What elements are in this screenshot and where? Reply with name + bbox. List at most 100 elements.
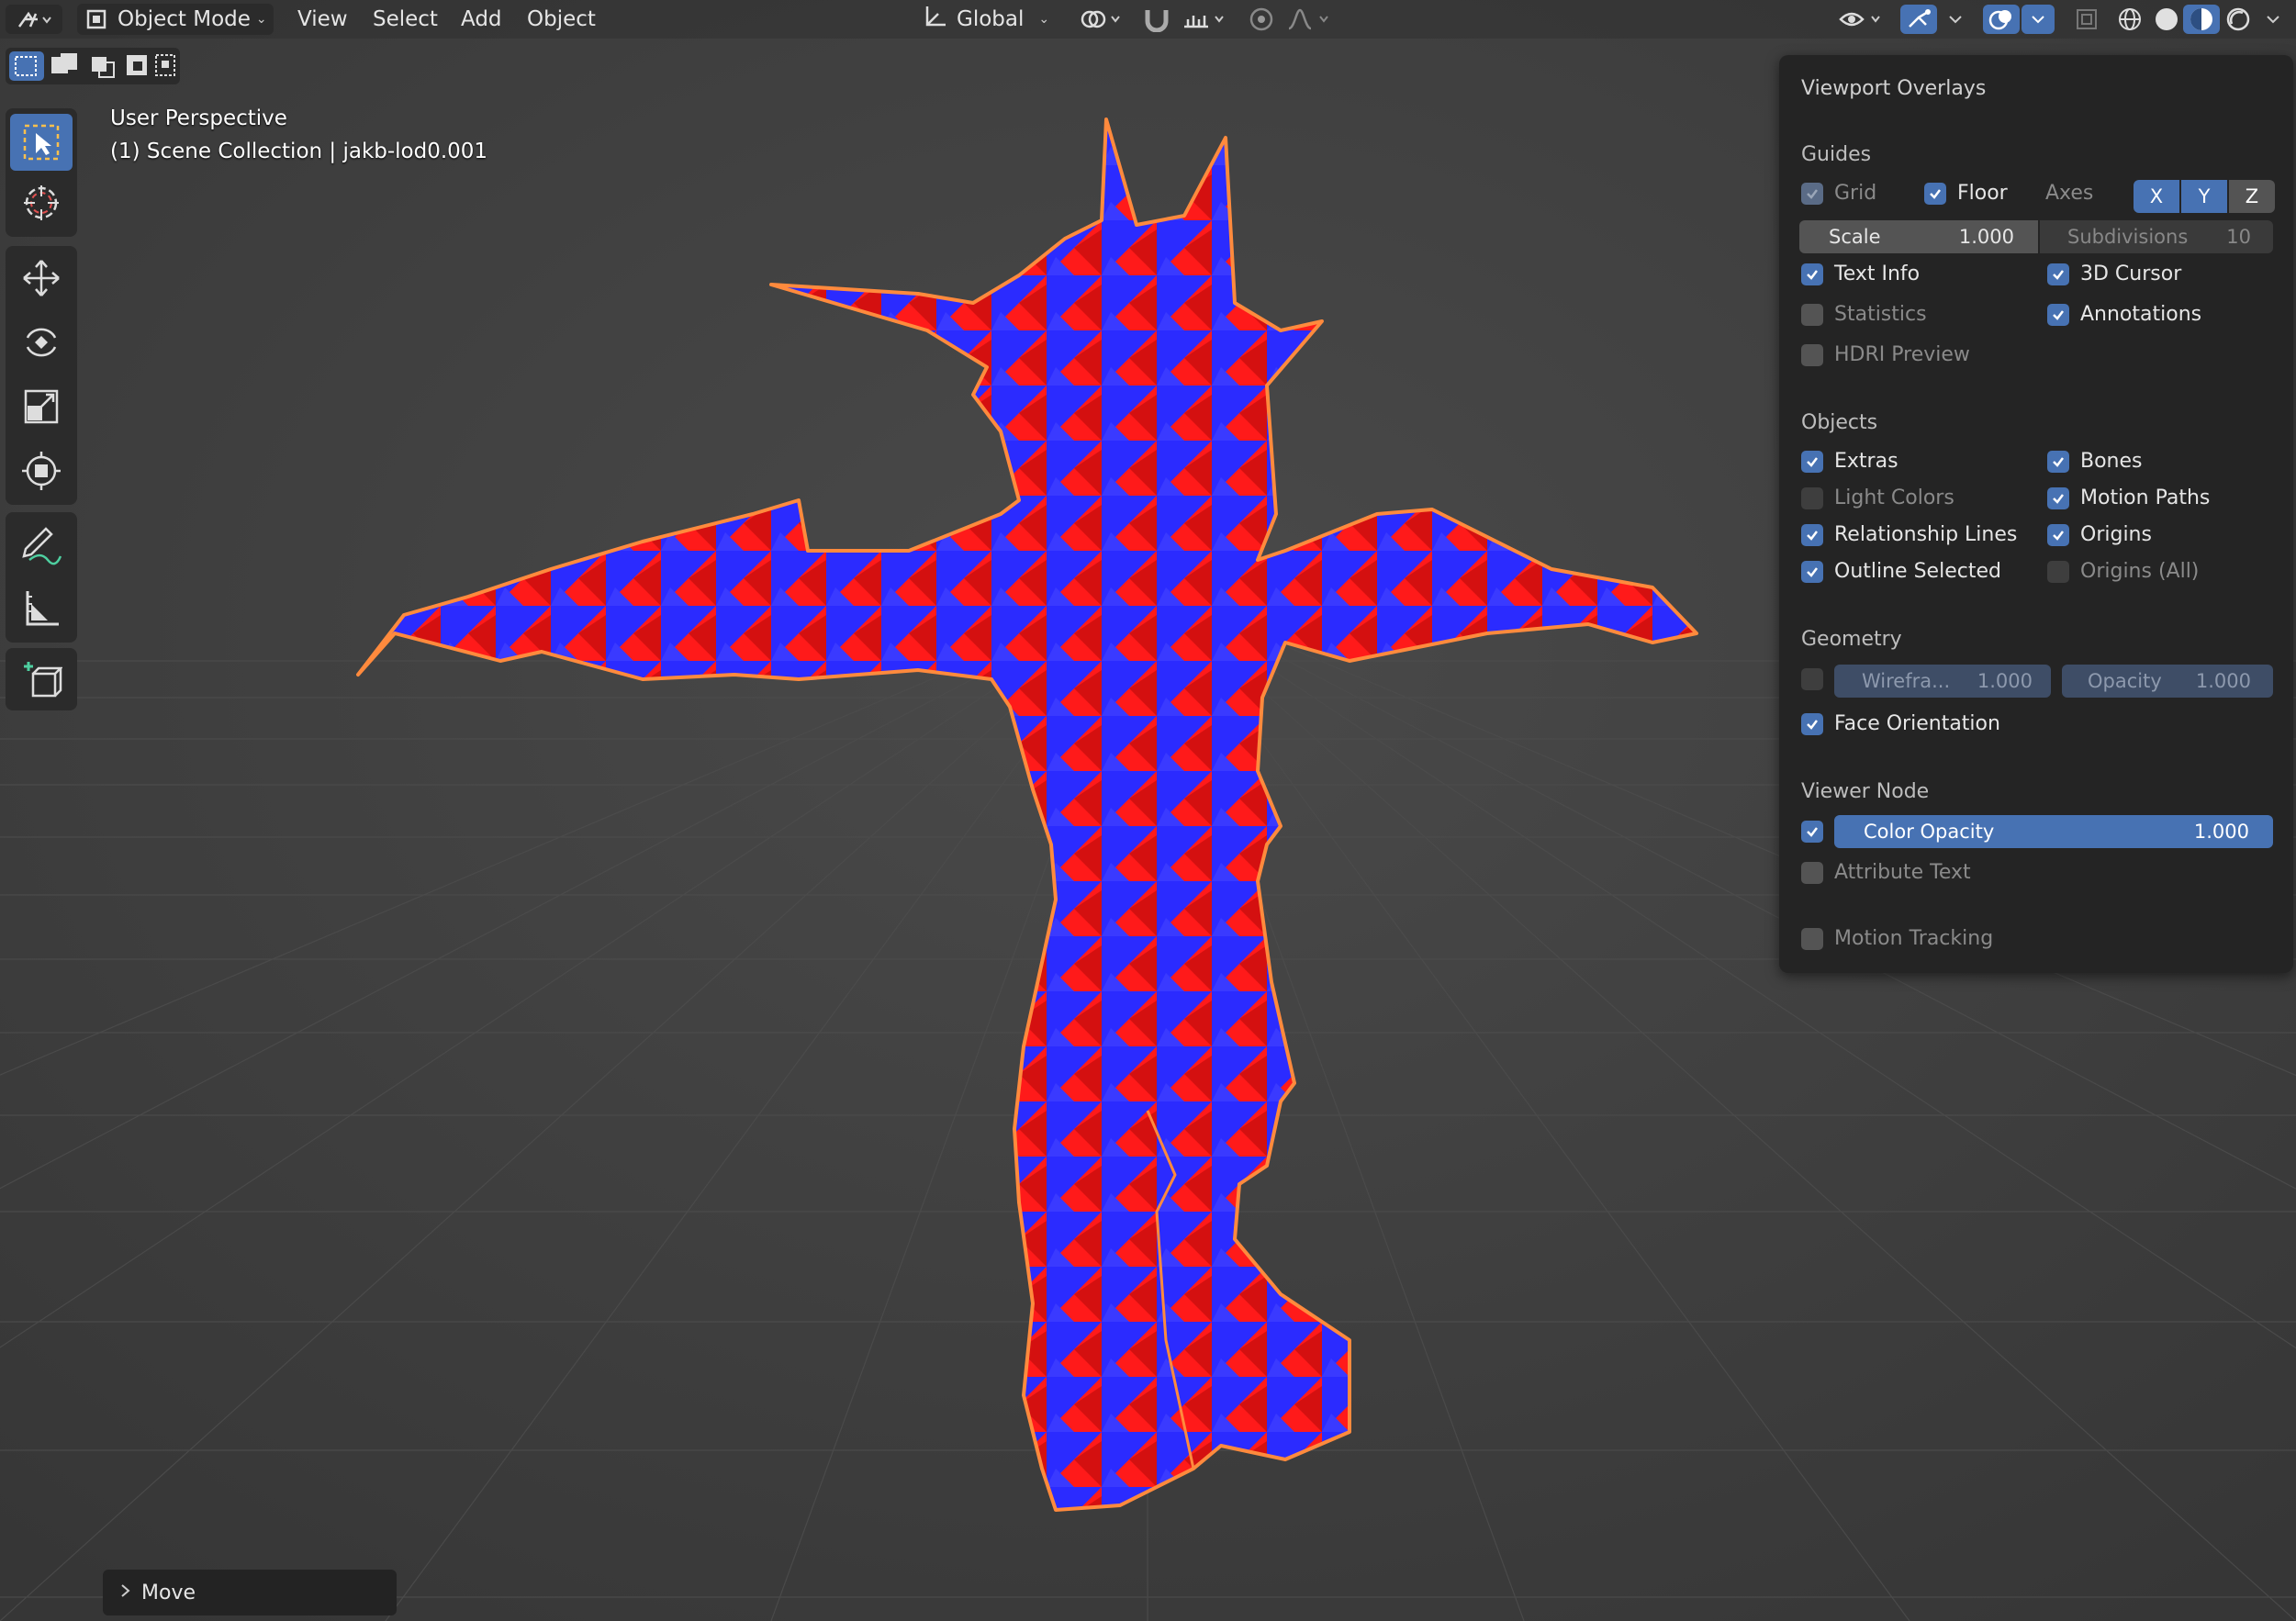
tool-rotate[interactable] <box>10 314 73 371</box>
tool-measure[interactable] <box>10 580 73 637</box>
scale-value: 1.000 <box>1958 226 2014 248</box>
proportional-editing-toggle[interactable] <box>1245 5 1278 34</box>
wireframe-field[interactable]: Wirefra... 1.000 <box>1834 665 2051 698</box>
motion-tracking-checkbox[interactable]: Motion Tracking <box>1801 927 1993 950</box>
axis-z-toggle[interactable]: Z <box>2229 180 2275 213</box>
pivot-icon <box>1081 10 1120 28</box>
toolbar-group-transform <box>6 246 77 505</box>
chevron-down-icon <box>1949 16 1962 24</box>
shading-rendered-button[interactable] <box>2220 5 2257 34</box>
checkbox-box <box>1801 343 1823 366</box>
annotations-checkbox[interactable]: Annotations <box>2047 303 2201 326</box>
light-colors-label: Light Colors <box>1834 486 1954 509</box>
snap-increment-icon <box>1184 16 1224 28</box>
menu-add[interactable]: Add <box>454 4 510 35</box>
floor-checkbox[interactable]: Floor <box>1924 182 2008 205</box>
scale-field[interactable]: Scale 1.000 <box>1799 220 2038 253</box>
wireframe-opacity-field[interactable]: Opacity 1.000 <box>2062 665 2273 698</box>
magnet-icon <box>1145 10 1169 32</box>
origins-all-checkbox[interactable]: Origins (All) <box>2047 560 2199 583</box>
measure-ruler-icon <box>26 591 59 626</box>
color-opacity-slider[interactable]: Color Opacity 1.000 <box>1834 815 2273 848</box>
attribute-text-checkbox[interactable]: Attribute Text <box>1801 861 1971 884</box>
opacity-value: 1.000 <box>2195 670 2251 692</box>
mode-dropdown[interactable]: Object Mode ⌄ <box>77 4 274 35</box>
tool-move[interactable] <box>10 250 73 307</box>
snap-target-dropdown[interactable] <box>1179 5 1230 34</box>
motion-paths-checkbox[interactable]: Motion Paths <box>2047 486 2210 509</box>
extras-checkbox[interactable]: Extras <box>1801 450 1898 473</box>
shading-wireframe-button[interactable] <box>2111 5 2148 34</box>
tool-scale[interactable] <box>10 378 73 435</box>
text-info-checkbox[interactable]: Text Info <box>1801 263 1920 285</box>
last-operator-panel[interactable]: Move <box>103 1570 397 1615</box>
orientation-label: Global <box>957 7 1025 31</box>
subdivisions-field[interactable]: Subdivisions 10 <box>2040 220 2273 253</box>
gizmo-icon <box>1909 9 1931 28</box>
shading-dropdown[interactable] <box>2257 5 2290 34</box>
chevron-right-icon <box>119 1582 132 1604</box>
face-orientation-checkbox[interactable]: Face Orientation <box>1801 712 2000 735</box>
toolbar-group-select <box>6 108 77 237</box>
outline-selected-label: Outline Selected <box>1834 560 2001 583</box>
grid-label: Grid <box>1834 182 1877 205</box>
statistics-checkbox[interactable]: Statistics <box>1801 303 1927 326</box>
menu-select[interactable]: Select <box>365 4 445 35</box>
floor-label: Floor <box>1957 182 2008 205</box>
section-guides: Guides <box>1801 143 1872 166</box>
gizmo-dropdown[interactable] <box>1939 5 1972 34</box>
checkmark-icon <box>2047 303 2069 326</box>
shading-material-button[interactable] <box>2183 5 2220 34</box>
popover-title: Viewport Overlays <box>1801 77 1987 100</box>
checkbox-box <box>1801 668 1823 690</box>
checkmark-icon <box>1801 182 1823 205</box>
3d-cursor-checkbox[interactable]: 3D Cursor <box>2047 263 2181 285</box>
checkbox-box <box>1801 303 1823 326</box>
editor-type-button[interactable] <box>6 5 62 34</box>
light-colors-checkbox[interactable]: Light Colors <box>1801 486 1954 509</box>
checkmark-icon <box>2047 450 2069 473</box>
axis-y-toggle[interactable]: Y <box>2181 180 2227 213</box>
proportional-falloff-dropdown[interactable] <box>1283 5 1335 34</box>
rotate-icon <box>26 328 57 357</box>
transform-orientation-dropdown[interactable]: Global ⌄ <box>916 4 1061 35</box>
overlays-toggle[interactable] <box>1983 5 2020 34</box>
toolbar-group-add <box>6 648 77 710</box>
gizmo-toggle[interactable] <box>1900 5 1937 34</box>
tool-transform[interactable] <box>10 442 73 499</box>
tool-annotate[interactable] <box>10 516 73 573</box>
checkmark-icon <box>2047 523 2069 546</box>
pivot-point-button[interactable] <box>1074 5 1127 34</box>
cursor-icon <box>24 185 59 220</box>
xray-toggle[interactable] <box>2069 5 2104 34</box>
origins-checkbox[interactable]: Origins <box>2047 523 2152 546</box>
opacity-label: Opacity <box>2088 670 2162 692</box>
hdri-preview-checkbox[interactable]: HDRI Preview <box>1801 343 1970 366</box>
outline-selected-checkbox[interactable]: Outline Selected <box>1801 560 2001 583</box>
bones-checkbox[interactable]: Bones <box>2047 450 2143 473</box>
wireframe-checkbox[interactable] <box>1801 668 1834 690</box>
extras-label: Extras <box>1834 450 1898 473</box>
tool-select-box[interactable] <box>10 114 73 171</box>
overlays-dropdown[interactable] <box>2022 5 2055 34</box>
menu-object[interactable]: Object <box>520 4 603 35</box>
axis-x-toggle[interactable]: X <box>2134 180 2179 213</box>
wireframe-sphere-icon <box>2119 8 2141 30</box>
move-icon <box>23 260 60 296</box>
color-opacity-checkbox[interactable] <box>1801 821 1834 843</box>
snap-toggle[interactable] <box>1138 5 1175 34</box>
object-visibility-dropdown[interactable] <box>1834 5 1887 34</box>
bones-label: Bones <box>2080 450 2143 473</box>
checkmark-icon <box>1801 560 1823 583</box>
chevron-down-icon <box>2267 16 2279 24</box>
shading-solid-button[interactable] <box>2148 5 2185 34</box>
menu-view[interactable]: View <box>290 4 355 35</box>
scale-icon <box>24 389 59 424</box>
relationship-lines-checkbox[interactable]: Relationship Lines <box>1801 523 2017 546</box>
tool-cursor[interactable] <box>10 174 73 231</box>
tool-add-cube[interactable] <box>10 652 73 709</box>
statistics-label: Statistics <box>1834 303 1927 326</box>
3d-cursor-label: 3D Cursor <box>2080 263 2182 285</box>
falloff-curve-icon <box>1288 8 1328 30</box>
grid-checkbox[interactable]: Grid <box>1801 182 1876 205</box>
